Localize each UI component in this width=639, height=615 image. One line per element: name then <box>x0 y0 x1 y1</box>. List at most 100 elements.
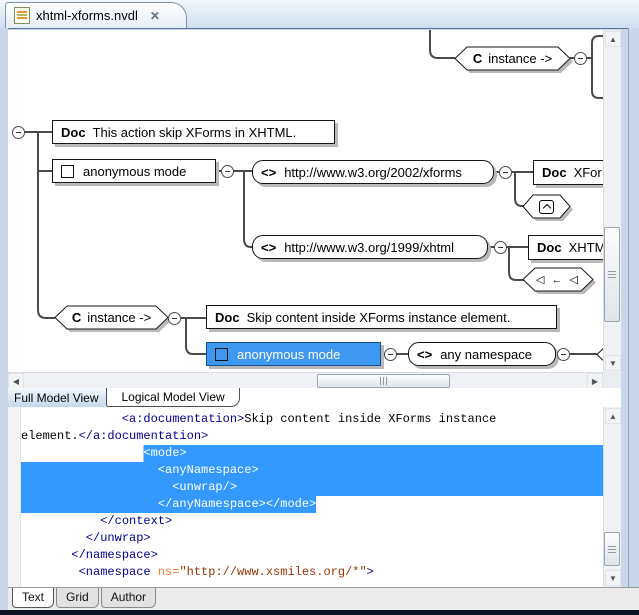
collapse-toggle[interactable] <box>12 126 25 139</box>
scroll-left-button[interactable]: ◀ <box>8 373 24 389</box>
diagram-vertical-scrollbar[interactable]: ▲ ▼ <box>603 30 621 372</box>
collapse-toggle[interactable] <box>499 166 512 179</box>
doc-text: This action skip XForms in XHTML. <box>93 125 297 140</box>
node-attach-action[interactable] <box>523 195 570 218</box>
node-doc-xhtml[interactable]: Doc XHTML <box>528 235 611 260</box>
window-frame-right <box>628 28 639 610</box>
code-line[interactable]: <anyNamespace> <box>21 462 603 479</box>
minus-icon <box>578 58 583 59</box>
unwrap-icon: ◁ ← ◁ <box>536 273 580 286</box>
mode-label: anonymous mode <box>237 347 340 362</box>
node-unwrap-action[interactable]: ◁ ← ◁ <box>523 268 593 291</box>
node-namespace-any[interactable]: <> any namespace <box>408 342 556 366</box>
scroll-down-button[interactable]: ▼ <box>605 355 621 371</box>
code-segment: <anyNamespace> <box>21 463 259 477</box>
collapse-toggle[interactable] <box>494 241 507 254</box>
scroll-down-button[interactable]: ▼ <box>605 570 621 586</box>
code-segment: </unwrap> <box>21 531 151 545</box>
code-line[interactable]: <a:documentation>Skip content inside XFo… <box>21 411 603 428</box>
close-icon[interactable]: ✕ <box>150 9 160 23</box>
namespace-label: http://www.w3.org/1999/xhtml <box>284 240 454 255</box>
tab-label: Author <box>111 590 146 604</box>
diagram-horizontal-scrollbar[interactable]: ◀ ▶ <box>8 372 603 388</box>
code-line[interactable]: </unwrap> <box>21 530 603 547</box>
doc-prefix: Doc <box>537 240 562 255</box>
minus-icon <box>225 171 230 172</box>
mode-label: anonymous mode <box>83 164 186 179</box>
tab-grid[interactable]: Grid <box>56 588 99 608</box>
minus-icon <box>561 354 566 355</box>
code-line[interactable]: <mode> <box>21 445 603 462</box>
collapse-toggle[interactable] <box>574 52 587 65</box>
minus-icon <box>388 354 393 355</box>
minus-icon <box>16 132 21 133</box>
code-line[interactable]: </namespace> <box>21 547 603 564</box>
namespace-icon: <> <box>261 240 276 255</box>
doc-prefix: Doc <box>215 310 240 325</box>
code-line[interactable]: <unwrap/> <box>21 479 603 496</box>
diagram-canvas[interactable]: Cinstance -> Doc This action skip XForms… <box>8 30 611 372</box>
code-segment: </context> <box>21 514 172 528</box>
tab-label: Text <box>22 590 44 604</box>
node-namespace-xhtml[interactable]: <> http://www.w3.org/1999/xhtml <box>252 235 488 259</box>
node-instance-context-top[interactable]: Cinstance -> <box>455 47 570 70</box>
doc-prefix: Doc <box>61 125 86 140</box>
code-segment: <namespace <box>21 565 158 579</box>
namespace-label: any namespace <box>440 347 532 362</box>
attach-icon <box>539 200 554 214</box>
annotation-ruler <box>8 407 21 587</box>
code-segment: "http://www.xsmiles.org/*" <box>179 565 366 579</box>
scroll-right-button[interactable]: ▶ <box>587 373 603 389</box>
editor-tab[interactable]: xhtml-xforms.nvdl ✕ <box>5 2 187 28</box>
scrollbar-thumb[interactable] <box>604 227 620 322</box>
thumb-grip <box>608 546 616 553</box>
source-editor-pane: <a:documentation>Skip content inside XFo… <box>8 407 621 587</box>
mode-checkbox-icon <box>215 348 228 361</box>
editor-content: Cinstance -> Doc This action skip XForms… <box>8 30 621 610</box>
tab-text[interactable]: Text <box>12 588 54 608</box>
code-line[interactable]: element.</a:documentation> <box>21 428 603 445</box>
node-label: instance -> <box>87 310 151 325</box>
code-vertical-scrollbar[interactable]: ▲ ▼ <box>603 407 621 587</box>
thumb-grip <box>380 377 387 385</box>
editor-tabbar: xhtml-xforms.nvdl ✕ <box>0 0 639 29</box>
node-mode-anonymous-1[interactable]: anonymous mode <box>52 159 216 183</box>
node-instance-context-bottom[interactable]: Cinstance -> <box>55 306 168 329</box>
code-line[interactable]: </context> <box>21 513 603 530</box>
tab-label: Grid <box>66 590 89 604</box>
code-line[interactable]: <namespace ns="http://www.xsmiles.org/*"… <box>21 564 603 581</box>
code-segment: </anyNamespace></mode> <box>21 497 316 511</box>
collapse-toggle[interactable] <box>557 348 570 361</box>
code-line[interactable]: </anyNamespace></mode> <box>21 496 603 513</box>
node-doc-skip[interactable]: Doc Skip content inside XForms instance … <box>206 305 557 329</box>
node-doc-xforms[interactable]: Doc XFor <box>533 160 611 185</box>
scroll-up-button[interactable]: ▲ <box>605 31 621 47</box>
scrollbar-thumb[interactable] <box>317 374 450 388</box>
scroll-up-button[interactable]: ▲ <box>605 408 621 424</box>
namespace-icon: <> <box>261 165 276 180</box>
node-prefix: C <box>473 51 482 66</box>
node-doc-action[interactable]: Doc This action skip XForms in XHTML. <box>52 120 335 144</box>
node-namespace-xforms[interactable]: <> http://www.w3.org/2002/xforms <box>252 160 494 184</box>
diagram-pane: Cinstance -> Doc This action skip XForms… <box>8 30 621 372</box>
collapse-toggle[interactable] <box>384 348 397 361</box>
collapse-toggle[interactable] <box>168 312 181 325</box>
nvdl-file-icon <box>14 7 30 24</box>
code-segment: ns= <box>158 565 180 579</box>
minus-icon <box>172 318 177 319</box>
code-segment: element. <box>21 429 79 443</box>
code-area[interactable]: <a:documentation>Skip content inside XFo… <box>21 407 603 587</box>
namespace-label: http://www.w3.org/2002/xforms <box>284 165 462 180</box>
minus-icon <box>503 172 508 173</box>
collapse-toggle[interactable] <box>221 165 234 178</box>
tab-author[interactable]: Author <box>101 588 156 608</box>
scrollbar-corner <box>603 372 621 388</box>
minus-icon <box>498 247 503 248</box>
tab-logical-model-view[interactable]: Logical Model View <box>106 388 239 407</box>
scrollbar-thumb[interactable] <box>604 532 620 566</box>
code-segment: <unwrap/> <box>21 480 237 494</box>
tab-full-model-view[interactable]: Full Model View <box>8 388 108 407</box>
editor-mode-tabbar: Text Grid Author <box>8 587 639 611</box>
node-mode-anonymous-2-selected[interactable]: anonymous mode <box>206 342 381 366</box>
model-view-tabbar: Full Model View Logical Model View <box>8 388 621 408</box>
